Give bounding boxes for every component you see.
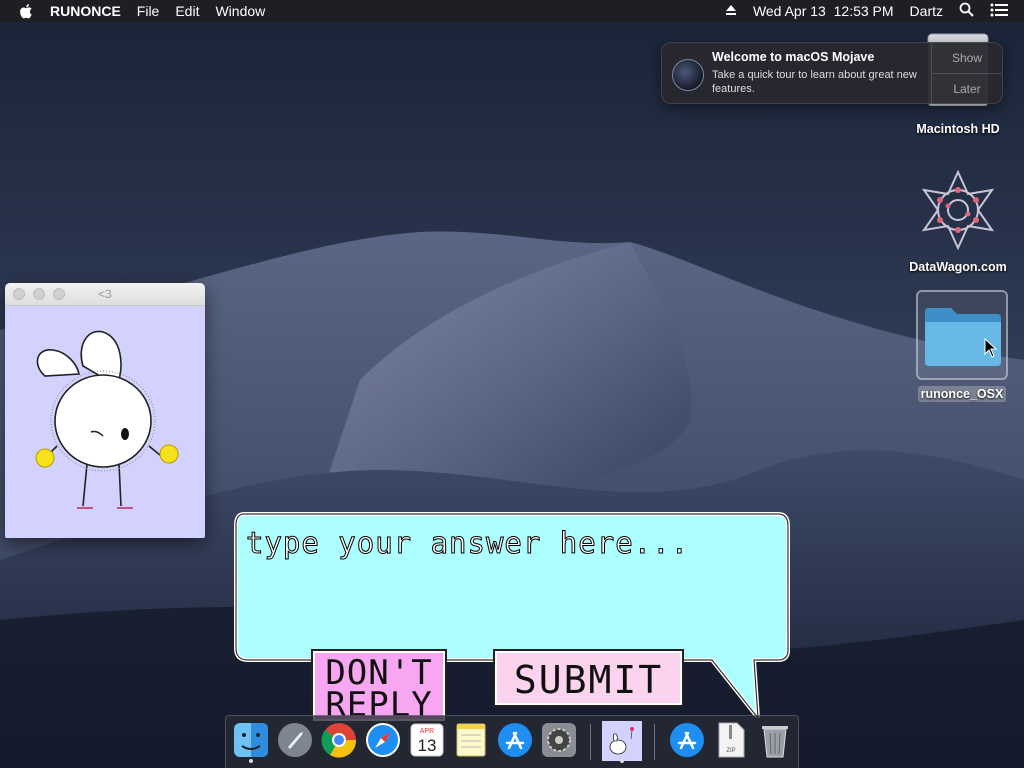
apple-menu-icon[interactable] xyxy=(20,3,34,19)
calendar-day: 13 xyxy=(418,736,437,755)
selection-frame xyxy=(916,290,1008,380)
submit-button[interactable]: SUBMIT xyxy=(493,649,684,707)
desktop-icon-runonce-folder[interactable]: runonce_OSX xyxy=(912,290,1012,402)
app-store-icon xyxy=(498,723,532,757)
dock-separator xyxy=(654,724,655,760)
app-store-icon xyxy=(670,723,704,757)
bunny-character-image xyxy=(35,330,179,509)
dock-chrome[interactable] xyxy=(320,721,358,761)
trash-icon xyxy=(762,726,788,758)
desktop-icon-label: runonce_OSX xyxy=(917,386,1007,402)
notification-actions: Show Later xyxy=(931,43,1002,103)
menubar-user[interactable]: Dartz xyxy=(910,3,943,19)
mouse-cursor-icon xyxy=(984,338,998,358)
finder-icon xyxy=(234,723,268,757)
dock-launchpad[interactable] xyxy=(276,721,314,761)
dock-app-store-downloads[interactable] xyxy=(668,721,706,761)
dock-zip-file[interactable]: ZIP xyxy=(712,721,750,761)
notes-icon xyxy=(456,723,486,757)
dock-trash[interactable] xyxy=(756,721,794,761)
window-titlebar[interactable]: <3 xyxy=(5,283,205,306)
heart-window[interactable]: <3 xyxy=(5,283,205,538)
dock-system-preferences[interactable] xyxy=(540,721,578,761)
desktop-icon-label: DataWagon.com xyxy=(909,260,1007,274)
notification-banner[interactable]: Welcome to macOS Mojave Take a quick tou… xyxy=(661,42,1003,104)
dock-app-store[interactable] xyxy=(496,721,534,761)
notification-body: Take a quick tour to learn about great n… xyxy=(712,69,917,95)
notification-title: Welcome to macOS Mojave xyxy=(712,50,875,64)
desktop-icon-label: Macintosh HD xyxy=(916,122,1000,136)
spotlight-search-icon[interactable] xyxy=(959,2,974,20)
mojave-icon xyxy=(672,59,704,91)
menu-bar: RUNONCE File Edit Window Wed Apr 13 12:5… xyxy=(0,0,1024,22)
zip-file-icon: ZIP xyxy=(718,722,745,758)
dock: APR 13 ZIP xyxy=(225,715,799,768)
window-title: <3 xyxy=(98,287,112,301)
dock-calendar[interactable]: APR 13 xyxy=(408,721,446,761)
rocket-icon xyxy=(278,723,312,757)
notification-later-button[interactable]: Later xyxy=(932,73,1002,104)
chrome-icon xyxy=(321,723,357,758)
bunny-icon xyxy=(609,727,634,755)
calendar-month: APR xyxy=(420,728,434,735)
app-menu[interactable]: RUNONCE xyxy=(50,3,121,19)
zip-label: ZIP xyxy=(726,748,735,754)
dock-separator xyxy=(590,724,591,760)
dock-notes[interactable] xyxy=(452,721,490,761)
dock-finder[interactable] xyxy=(232,721,270,763)
dont-reply-button[interactable]: DON'T REPLY xyxy=(311,649,447,723)
gear-icon xyxy=(542,723,576,757)
menu-file[interactable]: File xyxy=(137,3,160,19)
compass-icon xyxy=(366,723,400,757)
dock-safari[interactable] xyxy=(364,721,402,761)
notification-center-icon[interactable] xyxy=(990,3,1008,20)
folder-icon xyxy=(925,308,1001,366)
notification-show-button[interactable]: Show xyxy=(932,43,1002,73)
dock-runonce[interactable] xyxy=(602,721,642,763)
menubar-clock[interactable]: Wed Apr 13 12:53 PM xyxy=(753,3,894,19)
menu-edit[interactable]: Edit xyxy=(175,3,199,19)
datawagon-star-icon xyxy=(916,168,1000,252)
menu-window[interactable]: Window xyxy=(215,3,265,19)
desktop-icon-datawagon[interactable]: DataWagon.com xyxy=(898,168,1018,274)
eject-icon[interactable] xyxy=(725,3,737,19)
answer-input[interactable] xyxy=(244,522,778,564)
calendar-icon: APR 13 xyxy=(410,723,444,757)
